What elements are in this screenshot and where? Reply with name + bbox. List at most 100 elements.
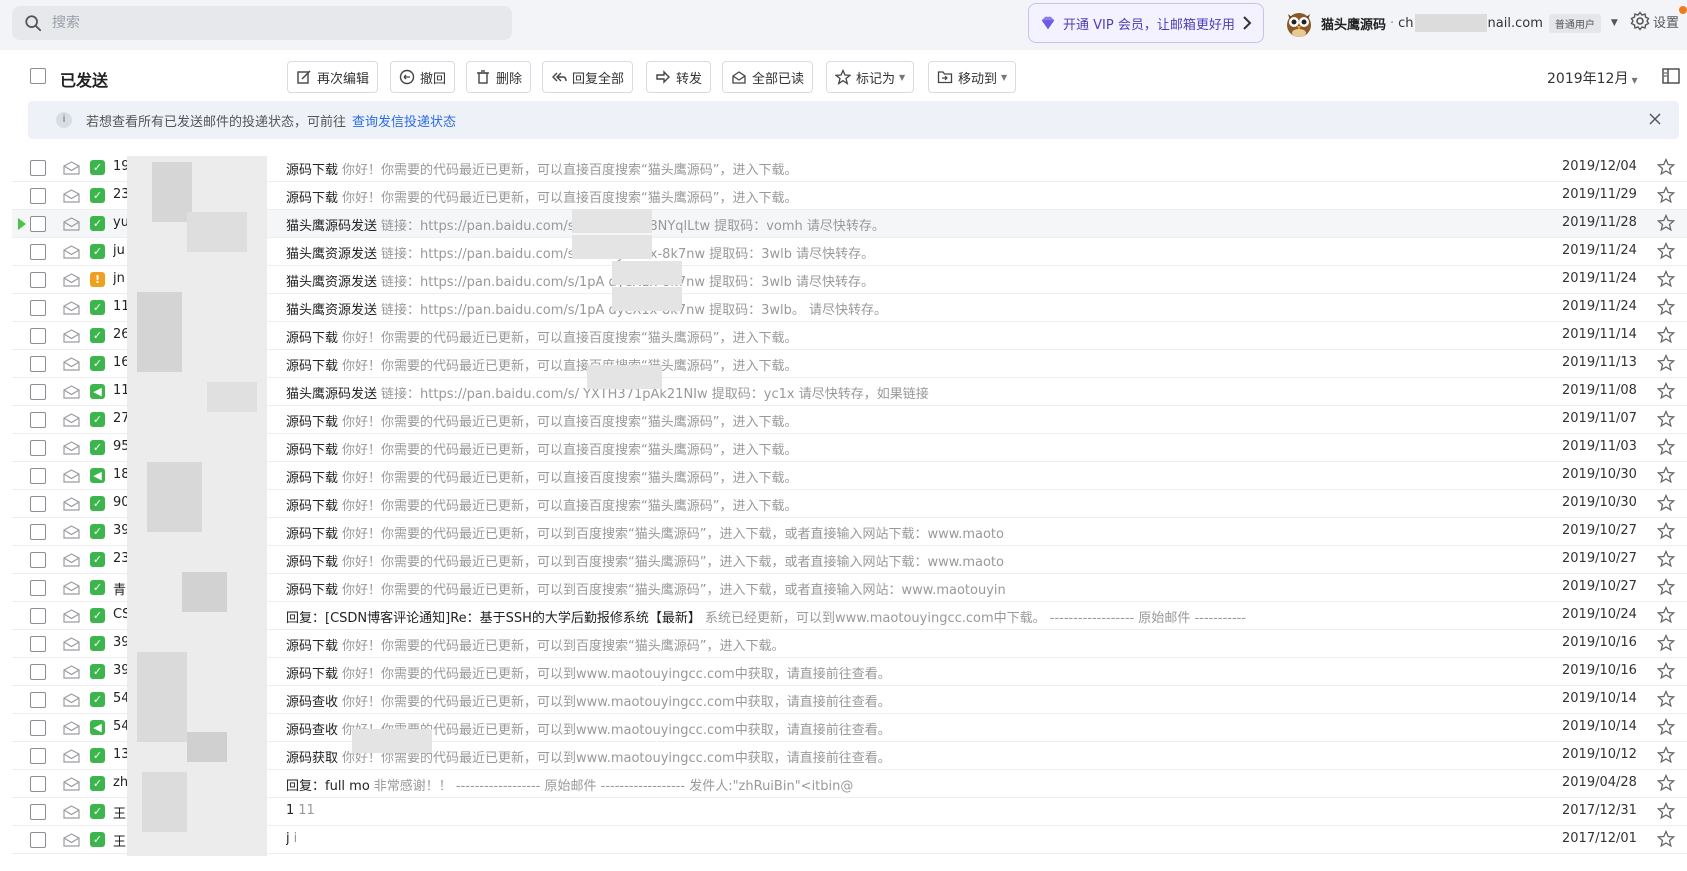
row-checkbox[interactable]	[30, 412, 46, 428]
delete-button[interactable]: 删除	[466, 61, 532, 93]
mail-subject-line: 源码下载 你好！你需要的代码最近已更新，可以到百度搜索“猫头鹰源码”，进入下载，或…	[286, 579, 1436, 598]
mail-date: 2019/11/29	[1562, 187, 1637, 202]
row-checkbox[interactable]	[30, 720, 46, 736]
star-icon[interactable]	[1657, 550, 1675, 568]
chevron-down-icon: ▼	[899, 72, 906, 82]
mail-subject-line: 源码下载 你好！你需要的代码最近已更新，可以直接百度搜索“猫头鹰源码”，进入下载。	[286, 159, 1436, 178]
forward-button[interactable]: 转发	[646, 61, 712, 93]
row-checkbox[interactable]	[30, 748, 46, 764]
recall-button[interactable]: 撤回	[390, 61, 456, 93]
row-checkbox[interactable]	[30, 272, 46, 288]
vip-banner[interactable]: 开通 VIP 会员，让邮箱更好用	[1028, 3, 1264, 43]
close-icon[interactable]	[1647, 111, 1663, 127]
sender-privacy-mask	[137, 652, 187, 742]
settings-button[interactable]: 设置	[1630, 11, 1679, 31]
star-icon[interactable]	[1657, 242, 1675, 260]
star-icon[interactable]	[1657, 382, 1675, 400]
mail-subject: 猫头鹰源码发送	[286, 219, 378, 234]
check-status-icon: ✓	[90, 776, 105, 791]
move-to-dropdown[interactable]: 移动到 ▼	[928, 61, 1017, 93]
row-checkbox[interactable]	[30, 328, 46, 344]
star-icon[interactable]	[1657, 466, 1675, 484]
star-icon[interactable]	[1657, 494, 1675, 512]
star-icon[interactable]	[1657, 270, 1675, 288]
account-email-prefix: ch	[1398, 15, 1414, 31]
star-icon[interactable]	[1657, 158, 1675, 176]
month-filter[interactable]: 2019年12月 ▼	[1547, 68, 1638, 88]
mail-preview: 你好！你需要的代码最近已更新，可以直接百度搜索“猫头鹰源码”，进入下载。	[342, 359, 798, 374]
mark-as-dropdown[interactable]: 标记为 ▼	[826, 61, 915, 93]
star-icon[interactable]	[1657, 438, 1675, 456]
row-checkbox[interactable]	[30, 496, 46, 512]
reply-all-button[interactable]: 回复全部	[542, 61, 634, 93]
reply-all-label: 回复全部	[572, 71, 625, 87]
mail-preview: 链接：https://pan.baidu.com/s/ YXTH371pAk21…	[381, 387, 929, 402]
star-icon[interactable]	[1657, 774, 1675, 792]
star-icon[interactable]	[1657, 718, 1675, 736]
star-icon[interactable]	[1657, 522, 1675, 540]
search-input[interactable]	[52, 15, 492, 31]
star-icon[interactable]	[1657, 410, 1675, 428]
mail-date: 2019/10/14	[1562, 719, 1637, 734]
row-checkbox[interactable]	[30, 524, 46, 540]
mail-panel: 已发送 再次编辑 撤回 删除 回复全部 转发 全部已读 标记为 ▼ 移动到 ▼ …	[12, 52, 1687, 871]
notice-text: 若想查看所有已发送邮件的投递状态，可前往	[86, 114, 347, 130]
row-checkbox[interactable]	[30, 356, 46, 372]
star-icon[interactable]	[1657, 326, 1675, 344]
mail-subject-line: 猫头鹰资源发送链接：https://pan.baidu.com/s/1pA dy…	[286, 299, 1436, 318]
star-icon[interactable]	[1657, 186, 1675, 204]
star-icon[interactable]	[1657, 606, 1675, 624]
select-all-checkbox[interactable]	[30, 68, 46, 84]
star-icon[interactable]	[1657, 578, 1675, 596]
row-checkbox[interactable]	[30, 552, 46, 568]
mail-subject-line: 源码下载 你好！你需要的代码最近已更新，可以到www.maotouyingcc.c…	[286, 663, 1436, 682]
row-checkbox[interactable]	[30, 440, 46, 456]
star-icon[interactable]	[1657, 802, 1675, 820]
mail-subject-line: 源码下载 你好！你需要的代码最近已更新，可以直接百度搜索“猫头鹰源码”，进入下载。	[286, 411, 1436, 430]
star-icon[interactable]	[1657, 746, 1675, 764]
envelope-icon	[63, 609, 80, 623]
star-icon[interactable]	[1657, 690, 1675, 708]
star-icon[interactable]	[1657, 634, 1675, 652]
mail-toolbar: 已发送 再次编辑 撤回 删除 回复全部 转发 全部已读 标记为 ▼ 移动到 ▼ …	[12, 52, 1687, 102]
row-checkbox[interactable]	[30, 608, 46, 624]
star-icon[interactable]	[1657, 662, 1675, 680]
star-icon[interactable]	[1657, 830, 1675, 848]
row-checkbox[interactable]	[30, 468, 46, 484]
delivery-status-link[interactable]: 查询发信投递状态	[352, 111, 456, 130]
mail-subject-line: 源码下载 你好！你需要的代码最近已更新，可以到百度搜索“猫头鹰源码”，进入下载，或…	[286, 523, 1436, 542]
warning-status-icon: !	[90, 272, 105, 287]
row-checkbox[interactable]	[30, 216, 46, 232]
account-level-badge: 普通用户	[1548, 13, 1601, 33]
layout-toggle-icon[interactable]	[1662, 68, 1680, 84]
row-checkbox[interactable]	[30, 580, 46, 596]
star-icon[interactable]	[1657, 354, 1675, 372]
row-checkbox[interactable]	[30, 160, 46, 176]
row-checkbox[interactable]	[30, 636, 46, 652]
star-icon[interactable]	[1657, 214, 1675, 232]
row-checkbox[interactable]	[30, 384, 46, 400]
row-checkbox[interactable]	[30, 776, 46, 792]
row-checkbox[interactable]	[30, 832, 46, 848]
mail-preview: 你好！你需要的代码最近已更新，可以直接百度搜索“猫头鹰源码”，进入下载。	[342, 443, 798, 458]
mark-all-read-label: 全部已读	[752, 71, 805, 87]
envelope-icon	[63, 525, 80, 539]
mark-all-read-button[interactable]: 全部已读	[722, 61, 814, 93]
mail-subject-line: 猫头鹰资源发送链接：https://pan.baidu.com/s/1pA dy…	[286, 271, 1436, 290]
delete-label: 删除	[496, 71, 523, 87]
row-checkbox[interactable]	[30, 804, 46, 820]
reedit-button[interactable]: 再次编辑	[287, 61, 379, 93]
mail-subject-line: 猫头鹰资源发送链接：https://pan.baidu.com/s GFPfdy…	[286, 243, 1436, 262]
mail-subject: 猫头鹰资源发送	[286, 303, 378, 318]
caret-down-icon[interactable]: ▼	[1611, 18, 1618, 28]
reply-all-icon	[552, 72, 567, 82]
row-checkbox[interactable]	[30, 188, 46, 204]
mail-subject: 源码下载	[286, 359, 339, 374]
row-checkbox[interactable]	[30, 664, 46, 680]
account-menu[interactable]: 猫头鹰源码 · ch nail.com 普通用户 ▼	[1285, 6, 1618, 40]
search-box[interactable]	[12, 6, 512, 40]
star-icon[interactable]	[1657, 298, 1675, 316]
row-checkbox[interactable]	[30, 244, 46, 260]
row-checkbox[interactable]	[30, 692, 46, 708]
row-checkbox[interactable]	[30, 300, 46, 316]
